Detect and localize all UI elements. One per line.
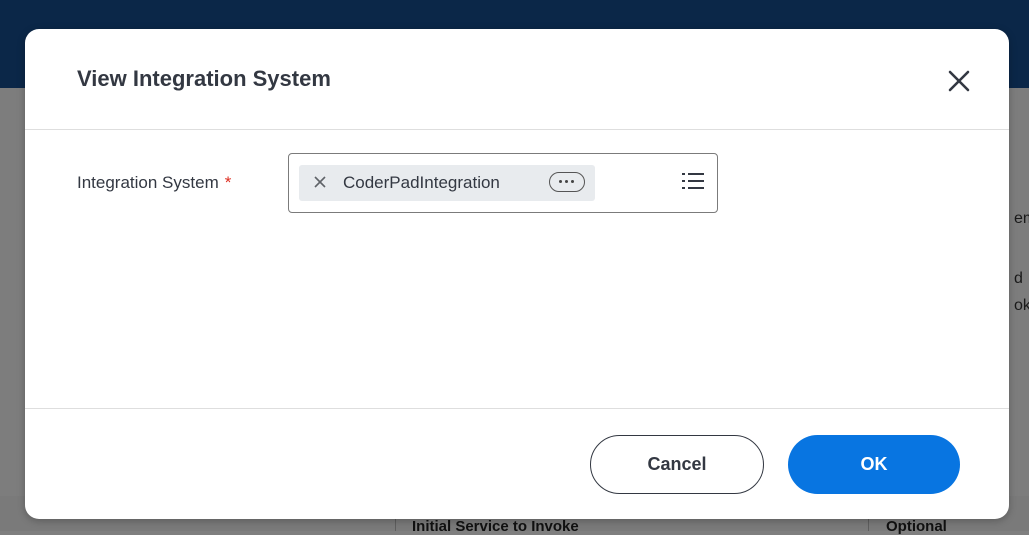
selected-item-text: CoderPadIntegration (343, 173, 500, 192)
cancel-button[interactable]: Cancel (590, 435, 764, 494)
list-icon (682, 173, 704, 189)
field-label-text: Integration System (77, 173, 219, 192)
view-integration-system-dialog: View Integration System Integration Syst… (25, 29, 1009, 519)
ok-button[interactable]: OK (788, 435, 960, 494)
integration-system-prompt[interactable]: CoderPadIntegration (288, 153, 718, 213)
close-button[interactable] (943, 65, 975, 97)
background-text-fragment: ok (1014, 297, 1029, 314)
footer-divider (25, 408, 1009, 409)
prompt-list-button[interactable] (682, 172, 704, 190)
background-cell: Initial Service to Invoke (412, 518, 579, 535)
header-divider (25, 129, 1009, 130)
related-actions-button[interactable] (549, 172, 585, 192)
dialog-title: View Integration System (77, 66, 331, 91)
required-marker: * (224, 173, 232, 192)
close-icon (948, 70, 970, 92)
background-cell: Optional (886, 518, 947, 535)
x-icon (314, 176, 326, 188)
selected-item-pill[interactable]: CoderPadIntegration (299, 165, 595, 201)
background-text-fragment: d (1014, 270, 1023, 287)
remove-selection-button[interactable] (313, 175, 327, 189)
integration-system-label: Integration System * (77, 173, 231, 193)
background-text-fragment: em (1014, 210, 1029, 227)
